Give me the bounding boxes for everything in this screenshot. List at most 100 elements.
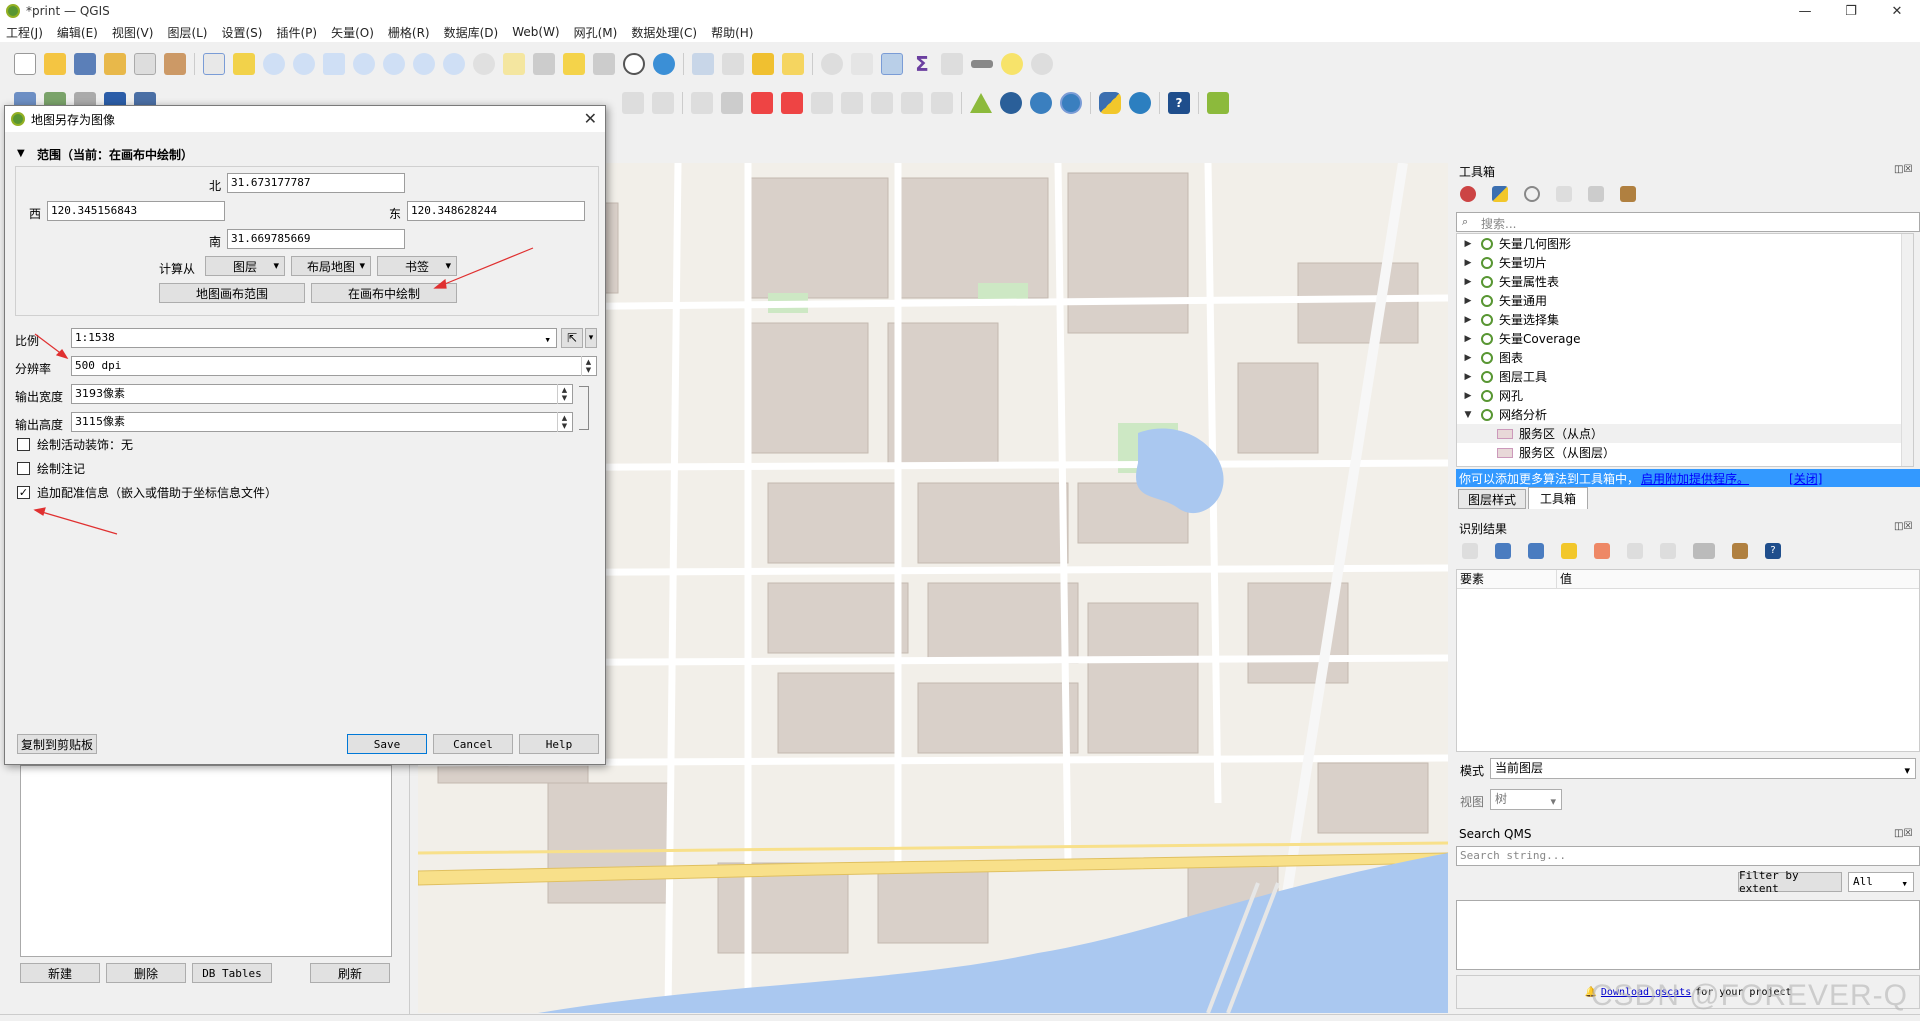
measure-icon[interactable]	[971, 60, 993, 68]
col-feature[interactable]: 要素	[1457, 570, 1557, 588]
browser-refresh-button[interactable]: 刷新	[310, 963, 390, 983]
diagram-icon[interactable]	[931, 92, 953, 114]
rotate-label-icon[interactable]	[841, 92, 863, 114]
zoom-last-icon[interactable]	[443, 53, 465, 75]
menu-plugins[interactable]: 插件(P)	[276, 24, 317, 41]
minimize-icon[interactable]: —	[1782, 0, 1828, 22]
toolbox-search[interactable]: ⌕ 搜索...	[1456, 212, 1920, 232]
run-model-icon[interactable]	[1460, 186, 1476, 202]
browser-dbtables-button[interactable]: DB Tables	[192, 963, 272, 983]
select-by-value-icon[interactable]	[722, 53, 744, 75]
menu-web[interactable]: Web(W)	[512, 25, 559, 39]
menu-processing[interactable]: 数据处理(C)	[631, 24, 697, 41]
toolbox-subitem[interactable]: 服务区（从图层）	[1457, 443, 1913, 462]
zoom-out-icon[interactable]	[293, 53, 315, 75]
restore-icon[interactable]: ❐	[1828, 0, 1874, 22]
deselect-icon[interactable]	[752, 53, 774, 75]
annotation-icon[interactable]	[1001, 53, 1023, 75]
model-designer-icon[interactable]	[1129, 92, 1151, 114]
filter-extent-button[interactable]: Filter by extent	[1738, 869, 1842, 895]
style-manager-icon[interactable]	[164, 53, 186, 75]
menu-view[interactable]: 视图(V)	[112, 24, 154, 41]
toolbox-tree[interactable]: ▶ 矢量几何图形 ▶ 矢量切片 ▶ 矢量属性表 ▶ 矢量通用 ▶ 矢量选择集 ▶ 矢量Cov…	[1456, 233, 1914, 467]
new-bookmark-icon[interactable]	[563, 53, 585, 75]
locate-icon[interactable]	[1031, 53, 1053, 75]
zoom-selection-icon[interactable]	[353, 53, 375, 75]
show-bookmarks-icon[interactable]	[593, 53, 615, 75]
label-props-icon[interactable]	[901, 92, 923, 114]
browser-delete-button[interactable]: 删除	[106, 963, 186, 983]
statistics-sigma-icon[interactable]: Σ	[911, 53, 933, 75]
plugin-globe-icon[interactable]	[1000, 92, 1022, 114]
toolbox-item[interactable]: ▶ 矢量选择集	[1457, 310, 1913, 329]
mode-select[interactable]: 当前图层	[1490, 758, 1916, 780]
tab-layer-style[interactable]: 图层样式	[1458, 489, 1526, 509]
clear-results-icon[interactable]	[1594, 543, 1610, 559]
attribute-table-icon[interactable]	[851, 53, 873, 75]
identify-help-icon[interactable]: ?	[1765, 543, 1781, 559]
tab-toolbox[interactable]: 工具箱	[1528, 487, 1588, 509]
pan-hand-icon[interactable]	[203, 53, 225, 75]
collapse-icon[interactable]	[1528, 543, 1544, 559]
col-value[interactable]: 值	[1557, 570, 1919, 588]
save-project-icon[interactable]	[74, 53, 96, 75]
new-project-icon[interactable]	[14, 53, 36, 75]
undo-icon[interactable]	[622, 92, 644, 114]
label-tool-icon[interactable]	[691, 92, 713, 114]
select-location-icon[interactable]	[782, 53, 804, 75]
open-project-icon[interactable]	[44, 53, 66, 75]
expand-tree-icon[interactable]	[1462, 543, 1478, 559]
qms-results[interactable]	[1456, 900, 1920, 970]
label-show-hide-icon[interactable]	[781, 92, 803, 114]
pin-label-icon[interactable]	[721, 92, 743, 114]
layout-manager-icon[interactable]	[134, 53, 156, 75]
qms-add-icon[interactable]	[1030, 92, 1052, 114]
copy-clipboard-button[interactable]: 复制到剪贴板	[17, 734, 97, 754]
zoom-native-icon[interactable]	[413, 53, 435, 75]
qms-search-icon[interactable]	[1060, 92, 1082, 114]
change-label-icon[interactable]	[871, 92, 893, 114]
menu-project[interactable]: 工程(J)	[6, 24, 43, 41]
dock-float-close-icon[interactable]: ◫☒	[1894, 521, 1912, 532]
toolbox-item[interactable]: ▶ 矢量通用	[1457, 291, 1913, 310]
field-calculator-icon[interactable]	[941, 53, 963, 75]
zoom-layer-icon[interactable]	[383, 53, 405, 75]
message-close-link[interactable]: [关闭]	[1789, 470, 1822, 487]
help-icon[interactable]: ?	[1168, 92, 1190, 114]
toolbox-item[interactable]: ▶ 网孔	[1457, 386, 1913, 405]
options-icon[interactable]	[1620, 186, 1636, 202]
toolbox-subitem[interactable]: 服务区（从点）	[1457, 424, 1913, 443]
gps-triangle-icon[interactable]	[970, 93, 992, 113]
toolbox-item[interactable]: ▶ 矢量属性表	[1457, 272, 1913, 291]
identify-mode-icon[interactable]	[1693, 543, 1715, 559]
menu-layer[interactable]: 图层(L)	[167, 24, 207, 41]
save-button[interactable]: Save	[347, 734, 427, 754]
toolbox-item[interactable]: ▼ 网络分析	[1457, 405, 1913, 424]
copy-feature-icon[interactable]	[1627, 543, 1643, 559]
toolbox-item[interactable]: ▶ 矢量几何图形	[1457, 234, 1913, 253]
menu-mesh[interactable]: 网孔(M)	[574, 24, 618, 41]
toolbox-item[interactable]: ▶ 矢量切片	[1457, 253, 1913, 272]
browser-new-button[interactable]: 新建	[20, 963, 100, 983]
filter-select[interactable]: All	[1848, 872, 1914, 893]
auto-open-form-icon[interactable]	[1561, 543, 1577, 559]
new-3d-view-icon[interactable]	[533, 53, 555, 75]
zoom-next-icon[interactable]	[473, 53, 495, 75]
toolbox-scrollbar[interactable]	[1901, 234, 1913, 466]
new-map-view-icon[interactable]	[503, 53, 525, 75]
python-console-icon[interactable]	[1099, 92, 1121, 114]
move-label-icon[interactable]	[811, 92, 833, 114]
temporal-controller-icon[interactable]	[623, 53, 645, 75]
menu-edit[interactable]: 编辑(E)	[57, 24, 98, 41]
identify-results-table[interactable]: 要素 值	[1456, 569, 1920, 752]
toolbox-item[interactable]: ▶ 图层工具	[1457, 367, 1913, 386]
identify-icon[interactable]	[821, 53, 843, 75]
zoom-in-icon[interactable]	[263, 53, 285, 75]
enable-providers-link[interactable]: 启用附加提供程序。	[1641, 470, 1749, 487]
select-features-icon[interactable]	[692, 53, 714, 75]
history-icon[interactable]	[1524, 186, 1540, 202]
dock-float-close-icon[interactable]: ◫☒	[1894, 164, 1912, 175]
toolbox-item[interactable]: ▶ 图表	[1457, 348, 1913, 367]
georeferencer-icon[interactable]	[1207, 92, 1229, 114]
menu-database[interactable]: 数据库(D)	[444, 24, 499, 41]
